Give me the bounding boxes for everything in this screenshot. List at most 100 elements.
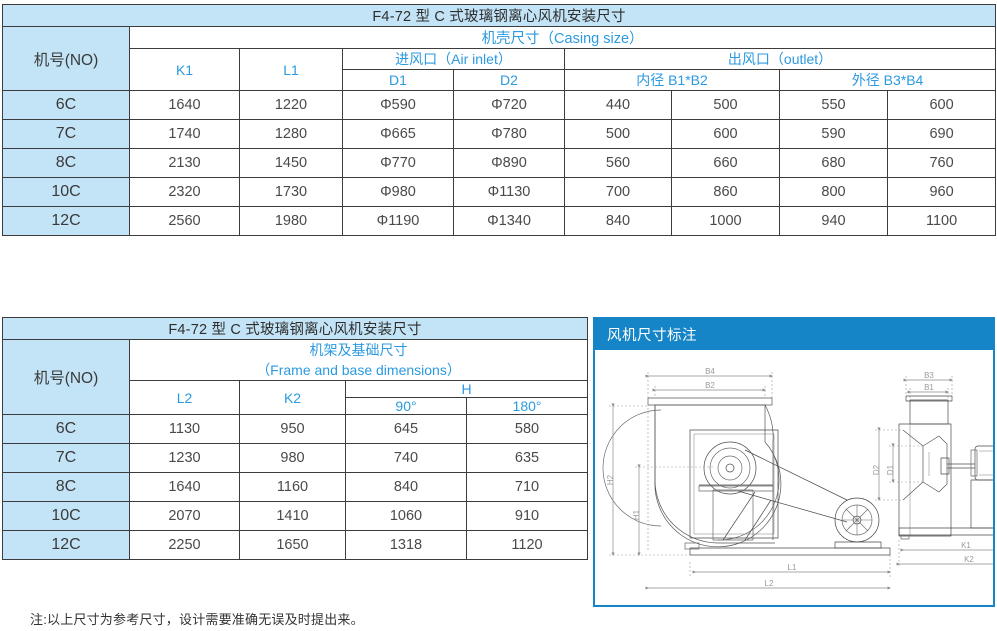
table1-cell-d1: Φ770 [342,148,454,178]
label-l1: L1 [788,563,797,572]
table1-cell-b2: 660 [671,148,780,178]
table2-cell-l2: 1640 [129,472,240,502]
table2-cell-k2: 1160 [239,472,346,502]
table1-cell-b3: 550 [779,90,888,120]
table1-cell-b4: 1100 [886,206,997,236]
casing-size-table: F4-72 型 C 式玻璃钢离心风机安装尺寸 机号(NO) 机壳尺寸（Casin… [1,4,997,236]
table1-no-cell: 10C [2,177,130,207]
table1-cell-b3: 800 [779,177,888,207]
label-b3: B3 [924,371,934,380]
table1-cell-b3: 940 [779,206,888,236]
table1-col-k1: K1 [129,48,240,91]
table-row: 6C 1130 950 645 580 [2,414,589,444]
table2-cell-k2: 950 [239,414,346,444]
table2-cell-l2: 2070 [129,501,240,531]
label-h2: H2 [606,474,615,485]
table-row: 10C 2070 1410 1060 910 [2,501,589,531]
table1-cell-b1: 840 [564,206,672,236]
label-k2: K2 [964,555,974,564]
table1-col-d2: D2 [453,69,565,91]
label-b1: B1 [924,383,934,392]
table2-no-cell: 12C [2,530,130,560]
table1-cell-d2: Φ1340 [453,206,565,236]
table2-frame-group-cn: 机架及基础尺寸 [309,342,408,358]
table2-title: F4-72 型 C 式玻璃钢离心风机安装尺寸 [1,317,589,340]
table1-casing-group: 机壳尺寸（Casing size） [128,26,997,49]
table2-cell-h90: 1060 [345,501,467,531]
table2-no-cell: 10C [2,501,130,531]
table1-cell-b3: 590 [779,119,888,149]
table2-cell-k2: 980 [239,443,346,473]
table1-cell-d1: Φ1190 [342,206,454,236]
table1-cell-b1: 500 [564,119,672,149]
table1-cell-b1: 700 [564,177,672,207]
table-row: 12C 2560 1980 Φ1190 Φ1340 840 1000 940 1100 [2,206,997,236]
table1-cell-b4: 760 [886,148,997,178]
table2-col-l2: L2 [129,380,240,415]
table1-group-row-1: 机号(NO) 机壳尺寸（Casing size） [2,26,997,91]
table1-cell-d1: Φ590 [342,90,454,120]
table1-cell-k1: 1640 [129,90,240,120]
table1-outlet-group: 出风口（outlet） [563,48,997,70]
table1-body: 6C 1640 1220 Φ590 Φ720 440 500 550 600 7C 1740 1280… [2,90,997,236]
table2-cell-h90: 740 [345,443,467,473]
label-b2: B2 [705,381,715,390]
table-row: 10C 2320 1730 Φ980 Φ1130 700 860 800 960 [2,177,997,207]
table2-no-cell: 7C [2,443,130,473]
table1-cell-b4: 600 [886,90,997,120]
table1-cell-d2: Φ1130 [453,177,565,207]
table2-cell-h90: 840 [345,472,467,502]
table1-cell-d1: Φ665 [342,119,454,149]
table2-cell-h180: 635 [465,443,589,473]
table2-col-h90: 90° [345,397,467,415]
table2-cell-l2: 2250 [129,530,240,560]
table1-no-cell: 6C [2,90,130,120]
table1-cell-l1: 1280 [239,119,343,149]
table2-no-cell: 6C [2,414,130,444]
footer-note: 注:以上尺寸为参考尺寸，设计需要准确无误及时提出来。 [30,612,364,627]
table1-cell-l1: 1730 [239,177,343,207]
table1-cell-l1: 1450 [239,148,343,178]
table2-no-header: 机号(NO) [2,339,130,415]
table1-cell-d2: Φ890 [453,148,565,178]
table2-body: 6C 1130 950 645 580 7C 1230 980 740 635 8C 1640 1160… [2,414,589,560]
table2-cell-h90: 1318 [345,530,467,560]
table-row: 12C 2250 1650 1318 1120 [2,530,589,560]
panel-body: B4 B2 H2 H1 L1 L2 B3 B1 D2 D1 K1 K2 [595,350,993,603]
table2-cell-k2: 1410 [239,501,346,531]
table2-cell-k2: 1650 [239,530,346,560]
table1-no-cell: 8C [2,148,130,178]
table-row: 8C 2130 1450 Φ770 Φ890 560 660 680 760 [2,148,997,178]
table1-cell-b4: 690 [886,119,997,149]
table1-cell-b1: 440 [564,90,672,120]
table2-cell-h180: 1120 [465,530,589,560]
table1-col-inner: 内径 B1*B2 [564,69,780,91]
table1-cell-b2: 1000 [671,206,780,236]
table1-group-row-2: K1 L1 进风口（Air inlet） 出风口（outlet） [3,48,997,91]
fan-drawings-svg: B4 B2 H2 H1 L1 L2 B3 B1 D2 D1 K1 K2 [602,367,993,590]
table1-cell-b2: 860 [671,177,780,207]
table2-title-row: F4-72 型 C 式玻璃钢离心风机安装尺寸 [1,317,589,340]
table-row: 8C 1640 1160 840 710 [2,472,589,502]
table2-frame-group: 机架及基础尺寸 （Frame and base dimensions） [128,339,589,381]
table2-col-h: H [344,380,589,398]
table2-cell-h180: 910 [465,501,589,531]
table1-cell-l1: 1980 [239,206,343,236]
table1-cell-b3: 680 [779,148,888,178]
table2-no-cell: 8C [2,472,130,502]
label-b4: B4 [705,367,715,376]
table1-cell-b4: 960 [886,177,997,207]
table1-cell-l1: 1220 [239,90,343,120]
table1-cell-k1: 2130 [129,148,240,178]
panel-title: 风机尺寸标注 [595,319,993,350]
label-l2: L2 [765,579,774,588]
table2-cell-h90: 645 [345,414,467,444]
table1-cell-b2: 500 [671,90,780,120]
table1-cell-d1: Φ980 [342,177,454,207]
table-row: 7C 1230 980 740 635 [2,443,589,473]
label-k1: K1 [961,541,971,550]
table2-col-h180: 180° [465,397,589,415]
label-d1: D1 [886,464,895,475]
table2-cell-l2: 1230 [129,443,240,473]
table1-no-cell: 7C [2,119,130,149]
